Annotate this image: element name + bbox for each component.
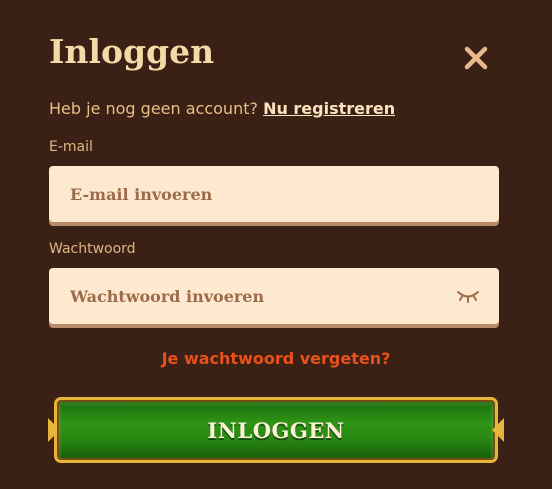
- email-field-wrapper: [49, 166, 499, 222]
- register-prompt-line: Heb je nog geen account? Nu registreren: [49, 98, 395, 120]
- eye-closed-icon: [457, 291, 479, 303]
- email-label: E-mail: [49, 139, 93, 155]
- button-right-ornament: [492, 418, 504, 442]
- email-input[interactable]: [49, 166, 499, 222]
- forgot-password-link[interactable]: Je wachtwoord vergeten?: [0, 348, 552, 370]
- login-button-label: INLOGGEN: [207, 417, 345, 443]
- close-button[interactable]: [458, 40, 494, 76]
- password-input[interactable]: [49, 268, 454, 324]
- register-prompt-text: Heb je nog geen account?: [49, 99, 258, 118]
- password-field-wrapper: [49, 268, 499, 324]
- login-button[interactable]: INLOGGEN: [48, 397, 504, 463]
- close-icon: [464, 46, 488, 70]
- register-link[interactable]: Nu registreren: [263, 99, 395, 118]
- login-button-face: INLOGGEN: [54, 397, 498, 463]
- password-visibility-toggle[interactable]: [454, 286, 482, 306]
- dialog-title: Inloggen: [49, 32, 215, 71]
- password-label: Wachtwoord: [49, 241, 136, 257]
